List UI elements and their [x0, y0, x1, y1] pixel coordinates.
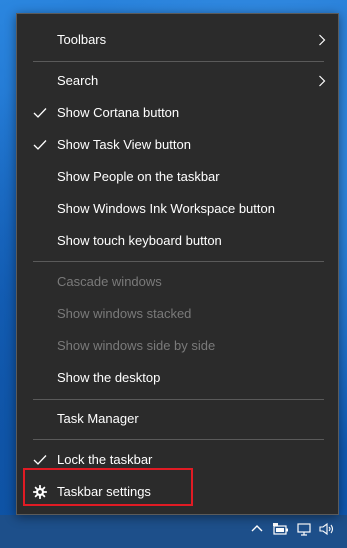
menu-item-task-manager[interactable]: Task Manager	[17, 403, 338, 435]
menu-item-label: Toolbars	[57, 32, 107, 47]
menu-item-label: Show windows side by side	[57, 338, 216, 353]
menu-separator	[33, 399, 324, 400]
menu-item-show-people[interactable]: Show People on the taskbar	[17, 161, 338, 193]
menu-item-toolbars[interactable]: Toolbars	[17, 24, 338, 56]
menu-item-label: Task Manager	[57, 411, 139, 426]
menu-item-show-cortana-button[interactable]: Show Cortana button	[17, 97, 338, 129]
menu-item-cascade-windows: Cascade windows	[17, 266, 338, 298]
chevron-up-icon[interactable]	[248, 521, 266, 537]
taskbar[interactable]	[0, 515, 347, 548]
menu-item-show-touch-keyboard[interactable]: Show touch keyboard button	[17, 225, 338, 257]
menu-item-label: Show touch keyboard button	[57, 233, 222, 248]
network-icon[interactable]	[296, 521, 314, 537]
chevron-right-icon	[319, 75, 326, 87]
menu-item-label: Cascade windows	[57, 274, 162, 289]
menu-item-show-windows-side-by-side: Show windows side by side	[17, 330, 338, 362]
menu-item-show-windows-stacked: Show windows stacked	[17, 298, 338, 330]
menu-item-show-the-desktop[interactable]: Show the desktop	[17, 362, 338, 394]
menu-item-show-windows-ink-workspace[interactable]: Show Windows Ink Workspace button	[17, 193, 338, 225]
menu-item-label: Show People on the taskbar	[57, 169, 220, 184]
battery-icon[interactable]	[272, 521, 290, 537]
volume-icon[interactable]	[318, 521, 336, 537]
menu-separator	[33, 61, 324, 62]
chevron-right-icon	[319, 34, 326, 46]
highlight-box	[23, 468, 193, 506]
checkmark-icon	[33, 455, 47, 465]
checkmark-icon	[33, 108, 47, 118]
menu-separator	[33, 261, 324, 262]
menu-item-show-task-view-button[interactable]: Show Task View button	[17, 129, 338, 161]
menu-item-label: Search	[57, 73, 99, 88]
menu-item-label: Show Cortana button	[57, 105, 180, 120]
menu-item-search[interactable]: Search	[17, 65, 338, 97]
menu-item-label: Show Task View button	[57, 137, 191, 152]
checkmark-icon	[33, 140, 47, 150]
menu-separator	[33, 439, 324, 440]
menu-item-label: Show the desktop	[57, 370, 161, 385]
menu-item-label: Show windows stacked	[57, 306, 192, 321]
taskbar-context-menu: Toolbars Search Show Cortana button Show…	[16, 13, 339, 515]
menu-item-label: Show Windows Ink Workspace button	[57, 201, 275, 216]
